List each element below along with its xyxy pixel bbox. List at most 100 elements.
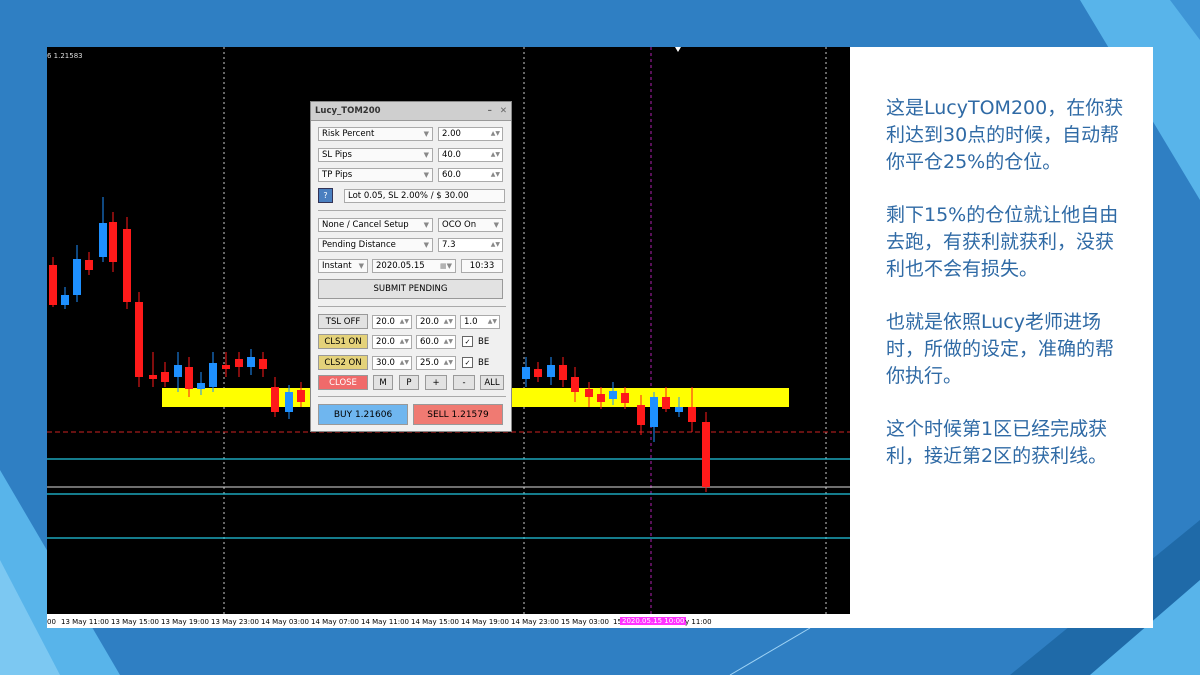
chevron-down-icon: ▼: [423, 171, 429, 179]
plus-button[interactable]: +: [425, 375, 447, 390]
lot-info-text: Lot 0.05, SL 2.00% / $ 30.00: [348, 190, 469, 201]
time-axis-label: 14 May 19:00: [461, 618, 510, 626]
cls2-pips-value: 30.0: [376, 357, 395, 368]
cls1-be-checkbox[interactable]: ✓: [462, 336, 473, 347]
candle-body: [637, 405, 645, 425]
candle-body: [547, 365, 555, 377]
time-axis-label: 14 May 11:00: [361, 618, 410, 626]
close-all-button[interactable]: CLOSE: [318, 375, 368, 390]
oco-select[interactable]: OCO On ▼: [438, 218, 503, 232]
spinner-icon[interactable]: ▲▼: [491, 152, 500, 158]
candle-body: [135, 302, 143, 377]
tsl-step-input[interactable]: 20.0 ▲▼: [416, 314, 456, 329]
tp-value-input[interactable]: 60.0 ▲▼: [438, 168, 503, 182]
candle-body: [559, 365, 567, 380]
date-picker[interactable]: 2020.05.15 ▦▼: [372, 259, 456, 273]
time-axis-label: 00: [47, 618, 56, 626]
explanation-paragraph: 也就是依照Lucy老师进场时，所做的设定，准确的帮你执行。: [886, 311, 1115, 387]
sl-mode-select[interactable]: SL Pips ▼: [318, 148, 433, 162]
buy-button[interactable]: BUY 1.21606: [318, 404, 408, 425]
candle-body: [271, 387, 279, 412]
chevron-down-icon: ▼: [423, 241, 429, 249]
candle-body: [571, 377, 579, 392]
pending-mode-select[interactable]: Pending Distance ▼: [318, 238, 433, 252]
candle-body: [149, 375, 157, 379]
candle-body: [675, 407, 683, 412]
time-axis-label: 14 May 23:00: [511, 618, 560, 626]
cls2-be-checkbox[interactable]: ✓: [462, 357, 473, 368]
spinner-icon[interactable]: ▲▼: [444, 338, 453, 345]
candle-body: [49, 265, 57, 305]
setup-select[interactable]: None / Cancel Setup ▼: [318, 218, 433, 232]
execution-select[interactable]: Instant ▼: [318, 259, 368, 273]
spinner-icon[interactable]: ▲▼: [400, 359, 409, 366]
execution-label: Instant: [322, 261, 352, 271]
cls1-percent-input[interactable]: 60.0 ▲▼: [416, 334, 456, 349]
tp-value: 60.0: [442, 170, 461, 180]
candle-body: [197, 383, 205, 389]
cls1-pips-input[interactable]: 20.0 ▲▼: [372, 334, 412, 349]
lot-info-display: Lot 0.05, SL 2.00% / $ 30.00: [344, 188, 505, 203]
candle-body: [621, 393, 629, 403]
cls2-percent-input[interactable]: 25.0 ▲▼: [416, 355, 456, 370]
spinner-icon[interactable]: ▲▼: [444, 359, 453, 366]
explanation-paragraph: 剩下15%的仓位就让他自由去跑，有获利就获利，没获利也不会有损失。: [886, 204, 1119, 280]
tsl-toggle-button[interactable]: TSL OFF: [318, 314, 368, 329]
spinner-icon[interactable]: ▲▼: [488, 318, 497, 325]
candle-body: [222, 365, 230, 369]
candle-body: [185, 367, 193, 389]
tsl-start-value: 20.0: [376, 316, 395, 327]
time-axis-label: 14 May 07:00: [311, 618, 360, 626]
panel-title: Lucy_TOM200: [315, 106, 381, 116]
time-input[interactable]: 10:33: [461, 259, 503, 273]
spinner-icon[interactable]: ▲▼: [491, 131, 500, 137]
spinner-icon[interactable]: ▲▼: [400, 318, 409, 325]
cls1-toggle-button[interactable]: CLS1 ON: [318, 334, 368, 349]
candle-body: [235, 359, 243, 367]
minimize-icon[interactable]: –: [488, 106, 492, 116]
cls2-toggle-button[interactable]: CLS2 ON: [318, 355, 368, 370]
cls1-pips-value: 20.0: [376, 336, 395, 347]
tsl-factor-value: 1.0: [464, 316, 478, 327]
submit-pending-button[interactable]: SUBMIT PENDING: [318, 279, 503, 299]
sl-mode-label: SL Pips: [322, 150, 352, 160]
panel-titlebar[interactable]: Lucy_TOM200 – ✕: [311, 102, 511, 121]
candle-body: [161, 372, 169, 382]
tsl-step-value: 20.0: [420, 316, 439, 327]
spinner-icon[interactable]: ▲▼: [400, 338, 409, 345]
spinner-icon[interactable]: ▲▼: [491, 172, 500, 178]
lucy-tom200-panel: Lucy_TOM200 – ✕ Risk Percent ▼ 2.00 ▲▼ SL …: [310, 101, 512, 432]
cls2-pips-input[interactable]: 30.0 ▲▼: [372, 355, 412, 370]
tsl-start-input[interactable]: 20.0 ▲▼: [372, 314, 412, 329]
cls1-percent-value: 60.0: [420, 336, 439, 347]
sl-value: 40.0: [442, 150, 461, 160]
m-button[interactable]: M: [373, 375, 393, 390]
chevron-down-icon: ▼: [493, 221, 499, 229]
spinner-icon[interactable]: ▲▼: [491, 242, 500, 248]
spinner-icon[interactable]: ▲▼: [444, 318, 453, 325]
calendar-icon: ▦▼: [440, 262, 452, 270]
current-time-marker: 2020.05.15 10:00: [620, 617, 687, 625]
candle-body: [109, 222, 117, 262]
close-icon[interactable]: ✕: [500, 106, 507, 116]
price-scale-label: 6 1.21583: [47, 52, 83, 60]
time-axis-label: y 11:00: [685, 618, 712, 626]
time-value: 10:33: [469, 261, 495, 271]
tp-mode-select[interactable]: TP Pips ▼: [318, 168, 433, 182]
explanation-paragraph: 这个时候第1区已经完成获利，接近第2区的获利线。: [886, 418, 1108, 467]
help-icon[interactable]: ?: [318, 188, 333, 203]
pending-distance-input[interactable]: 7.3 ▲▼: [438, 238, 503, 252]
chevron-down-icon: ▼: [423, 130, 429, 138]
candle-body: [285, 392, 293, 412]
all-button[interactable]: ALL: [480, 375, 504, 390]
sl-value-input[interactable]: 40.0 ▲▼: [438, 148, 503, 162]
candle-body: [99, 223, 107, 257]
sell-button[interactable]: SELL 1.21579: [413, 404, 503, 425]
chevron-down-icon: ▼: [423, 151, 429, 159]
p-button[interactable]: P: [399, 375, 419, 390]
minus-button[interactable]: -: [453, 375, 475, 390]
time-axis-label: 14 May 03:00: [261, 618, 310, 626]
tsl-factor-input[interactable]: 1.0 ▲▼: [460, 314, 500, 329]
risk-value-input[interactable]: 2.00 ▲▼: [438, 127, 503, 141]
risk-mode-select[interactable]: Risk Percent ▼: [318, 127, 433, 141]
